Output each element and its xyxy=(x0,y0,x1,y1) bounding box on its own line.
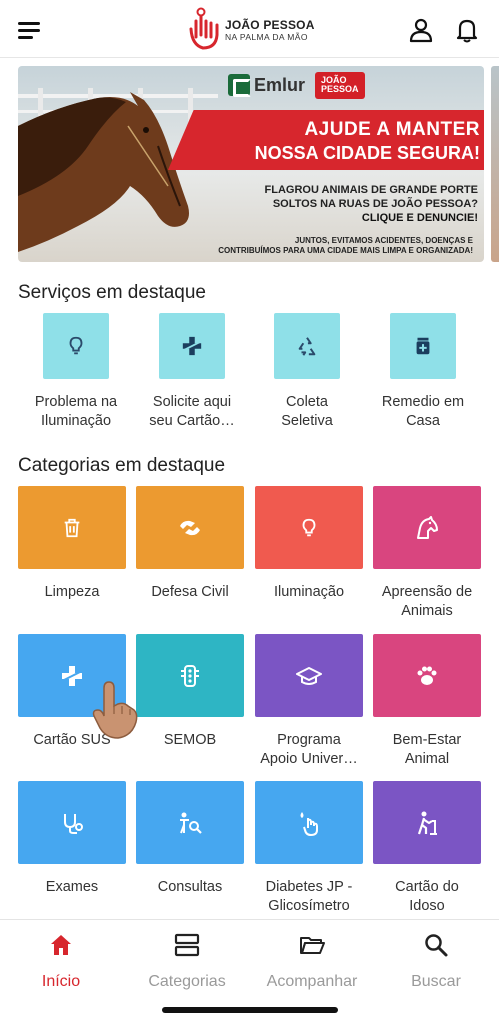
service-iluminacao[interactable]: Problema na Iluminação xyxy=(26,313,126,431)
category-diabetes[interactable]: Diabetes JP - Glicosímetro xyxy=(255,781,363,916)
category-consultas[interactable]: Consultas xyxy=(136,781,244,897)
category-apreensao-animais[interactable]: Apreensão de Animais xyxy=(373,486,481,621)
promo-banner[interactable]: Emlur JOÃO PESSOA AJUDE A MANTER NOSSA C… xyxy=(18,66,484,262)
home-indicator xyxy=(162,1007,338,1013)
doctor-search-icon xyxy=(180,812,202,834)
menu-icon[interactable] xyxy=(18,20,42,40)
nav-label-inicio: Início xyxy=(41,973,81,990)
category-iluminacao[interactable]: Iluminação xyxy=(255,486,363,602)
category-cartao-idoso[interactable]: Cartão do Idoso xyxy=(373,781,481,916)
recycle-icon xyxy=(298,337,316,356)
tap-hand-icon xyxy=(92,681,138,739)
nav-label-acompanhar: Acompanhar xyxy=(266,973,358,990)
logo-title: JOÃO PESSOA xyxy=(225,17,315,32)
service-remedio-em-casa[interactable]: Remedio em Casa xyxy=(373,313,473,431)
lightbulb-icon xyxy=(69,336,83,355)
services-title: Serviços em destaque xyxy=(18,282,206,303)
jp-badge: JOÃO PESSOA xyxy=(315,72,365,99)
category-limpeza[interactable]: Limpeza xyxy=(18,486,126,602)
service-coleta-seletiva[interactable]: Coleta Seletiva xyxy=(257,313,357,431)
category-defesa-civil[interactable]: Defesa Civil xyxy=(136,486,244,602)
banner-body: FLAGROU ANIMAIS DE GRANDE PORTE SOLTOS N… xyxy=(173,184,479,225)
nav-label-buscar: Buscar xyxy=(411,973,461,990)
horse-icon xyxy=(417,515,438,539)
elderly-icon xyxy=(417,811,437,835)
nav-inicio[interactable]: Início xyxy=(6,932,116,991)
service-cartao-sus[interactable]: Solicite aqui seu Cartão… xyxy=(142,313,242,431)
banner-headline1: AJUDE A MANTER xyxy=(304,119,480,140)
horse-image xyxy=(18,92,189,252)
bell-icon[interactable] xyxy=(454,17,480,43)
banner-headline2: NOSSA CIDADE SEGURA! xyxy=(254,143,480,163)
category-semob[interactable]: SEMOB xyxy=(136,634,244,750)
category-exames[interactable]: Exames xyxy=(18,781,126,897)
health-cross-icon xyxy=(62,665,82,686)
traffic-light-icon xyxy=(181,664,199,687)
nav-acompanhar[interactable]: Acompanhar xyxy=(257,932,367,991)
hand-logo-icon xyxy=(189,7,219,50)
categories-title: Categorias em destaque xyxy=(18,455,226,476)
folder-icon xyxy=(300,937,325,954)
user-icon[interactable] xyxy=(408,17,434,43)
nav-label-categorias: Categorias xyxy=(148,973,226,990)
app-header: JOÃO PESSOA NA PALMA DA MÃO xyxy=(0,0,499,58)
next-banner-peek[interactable] xyxy=(491,66,499,262)
health-cross-icon xyxy=(182,336,202,356)
logo-subtitle: NA PALMA DA MÃO xyxy=(225,31,308,42)
banner-cta: CLIQUE E DENUNCIE! xyxy=(361,211,478,224)
glucose-finger-icon xyxy=(300,811,318,836)
home-icon xyxy=(51,935,71,955)
category-programa-apoio[interactable]: Programa Apoio Univer… xyxy=(255,634,363,769)
stethoscope-icon xyxy=(64,813,83,834)
nav-buscar[interactable]: Buscar xyxy=(381,932,491,991)
app-logo: JOÃO PESSOA NA PALMA DA MÃO xyxy=(188,6,315,54)
category-bem-estar-animal[interactable]: Bem-Estar Animal xyxy=(373,634,481,769)
graduation-cap-icon xyxy=(296,666,322,685)
categories-icon xyxy=(174,933,200,957)
medicine-icon xyxy=(416,337,430,355)
emlur-logo: Emlur xyxy=(228,74,305,98)
lightbulb-icon xyxy=(302,518,316,536)
search-icon xyxy=(425,934,448,957)
trash-icon xyxy=(64,518,80,537)
defesa-civil-icon xyxy=(180,520,200,535)
paw-icon xyxy=(417,666,437,685)
nav-categorias[interactable]: Categorias xyxy=(132,932,242,991)
banner-footer: JUNTOS, EVITAMOS ACIDENTES, DOENÇAS E CO… xyxy=(218,236,473,256)
